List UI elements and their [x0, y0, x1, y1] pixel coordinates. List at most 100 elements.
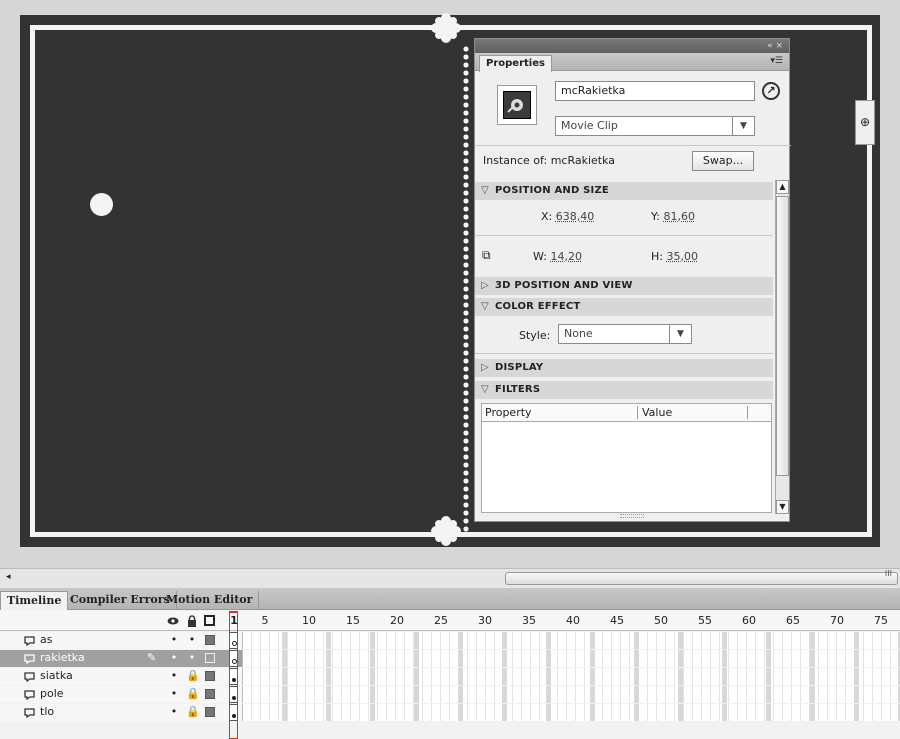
w-label: W: — [533, 250, 547, 263]
keyframe[interactable] — [229, 704, 238, 721]
outline-toggle[interactable] — [205, 707, 215, 717]
scroll-left-arrow-icon[interactable]: ◂ — [6, 572, 11, 582]
timeline-header: 1 5 10 15 20 25 30 35 40 45 50 55 60 65 70 75 — [0, 611, 900, 631]
lock-icon[interactable] — [186, 615, 198, 627]
divider — [475, 353, 773, 354]
lock-toggle[interactable]: 🔒 — [186, 670, 200, 682]
layer-row[interactable]: pole • 🔒 — [0, 686, 900, 703]
net-post-bottom-icon — [431, 516, 461, 546]
layer-name: as — [40, 633, 53, 646]
outline-toggle[interactable] — [205, 689, 215, 699]
scroll-down-arrow-icon[interactable]: ▼ — [776, 500, 789, 514]
y-value[interactable]: 81,60 — [663, 210, 695, 223]
frame-number: 15 — [346, 614, 360, 627]
frame-number: 25 — [434, 614, 448, 627]
section-filters[interactable]: ▽ FILTERS — [475, 381, 773, 399]
lock-toggle[interactable]: 🔒 — [186, 688, 200, 700]
expanded-triangle-icon: ▽ — [481, 384, 489, 395]
keyframe[interactable] — [229, 650, 238, 667]
layer-frames[interactable] — [243, 632, 900, 649]
filters-table-header: Property Value — [482, 404, 771, 422]
frame-number: 45 — [610, 614, 624, 627]
keyframe[interactable] — [229, 668, 238, 685]
pencil-icon: ✎ — [147, 651, 157, 664]
tab-motion-editor[interactable]: Motion Editor — [160, 591, 260, 610]
layer-row[interactable]: as • • — [0, 632, 900, 649]
style-select[interactable]: None ▼ — [558, 324, 692, 344]
expand-panel-icon[interactable]: ⊕ — [855, 100, 875, 145]
outline-toggle[interactable] — [205, 653, 215, 663]
column-header-property[interactable]: Property — [485, 404, 532, 421]
frame-number: 40 — [566, 614, 580, 627]
h-field[interactable]: H: 35,00 — [651, 250, 698, 263]
instance-name-input[interactable]: mcRakietka — [555, 81, 755, 101]
layer-frames[interactable] — [243, 704, 900, 721]
panel-scrollbar[interactable]: ▲ ▼ — [775, 180, 789, 514]
layer-row[interactable]: siatka • 🔒 — [0, 668, 900, 685]
swap-button[interactable]: Swap... — [692, 151, 754, 171]
h-value[interactable]: 35,00 — [666, 250, 698, 263]
divider — [475, 145, 791, 146]
section-3d-position[interactable]: ▷ 3D POSITION AND VIEW — [475, 277, 773, 295]
w-value[interactable]: 14,20 — [550, 250, 582, 263]
layer-name-cell[interactable]: pole • 🔒 — [0, 686, 243, 703]
scroll-up-arrow-icon[interactable]: ▲ — [776, 180, 789, 194]
visibility-toggle[interactable]: • — [168, 652, 180, 664]
outline-icon[interactable] — [204, 615, 215, 626]
lock-toggle[interactable]: 🔒 — [186, 706, 200, 718]
visibility-toggle[interactable]: • — [168, 706, 180, 718]
symbol-type-select[interactable]: Movie Clip ▼ — [555, 116, 755, 136]
layer-row[interactable]: tlo • 🔒 — [0, 704, 900, 721]
layer-name-cell[interactable]: tlo • 🔒 — [0, 704, 243, 721]
visibility-toggle[interactable]: • — [168, 688, 180, 700]
outline-toggle[interactable] — [205, 671, 215, 681]
keyframe[interactable] — [229, 632, 238, 649]
tab-properties[interactable]: Properties — [479, 55, 552, 72]
lock-toggle[interactable]: • — [186, 634, 198, 646]
expanded-triangle-icon: ▽ — [481, 301, 489, 312]
section-title: DISPLAY — [495, 362, 544, 373]
h-label: H: — [651, 250, 663, 263]
layer-icon — [24, 652, 36, 665]
stage-horizontal-scrollbar[interactable]: ◂ III — [0, 568, 900, 588]
x-field[interactable]: X: 638,40 — [541, 210, 594, 223]
y-field[interactable]: Y: 81,60 — [651, 210, 695, 223]
w-field[interactable]: W: 14,20 — [533, 250, 582, 263]
scrollbar-thumb[interactable] — [505, 572, 898, 585]
layer-name-cell[interactable]: rakietka ✎ • • — [0, 650, 243, 667]
lock-aspect-icon[interactable]: ⧉ — [482, 248, 491, 263]
panel-titlebar[interactable]: « × — [475, 39, 789, 53]
section-title: 3D POSITION AND VIEW — [495, 280, 633, 291]
scrollbar-thumb[interactable] — [776, 196, 789, 476]
frame-number: 60 — [742, 614, 756, 627]
frame-number: 75 — [874, 614, 888, 627]
visibility-toggle[interactable]: • — [168, 634, 180, 646]
edit-symbol-icon[interactable]: ↗ — [762, 82, 780, 100]
tab-timeline[interactable]: Timeline — [0, 591, 69, 610]
eye-icon[interactable] — [167, 615, 179, 627]
column-header-value[interactable]: Value — [642, 404, 672, 421]
layer-name: siatka — [40, 669, 73, 682]
layer-frames[interactable] — [243, 668, 900, 685]
frame-ruler[interactable]: 1 5 10 15 20 25 30 35 40 45 50 55 60 65 70 75 — [230, 611, 900, 631]
properties-panel: « × Properties ▾☰ mcRakietka ↗ Movie Cli… — [474, 38, 791, 522]
layer-frames[interactable] — [243, 686, 900, 703]
layer-icon — [24, 670, 36, 683]
section-color-effect[interactable]: ▽ COLOR EFFECT — [475, 298, 773, 316]
keyframe[interactable] — [229, 686, 238, 703]
ball[interactable] — [90, 193, 113, 216]
lock-toggle[interactable]: • — [186, 652, 198, 664]
layer-frames[interactable] — [243, 650, 900, 667]
filters-table[interactable]: Property Value — [481, 403, 772, 513]
panel-menu-icon[interactable]: ▾☰ — [770, 56, 783, 66]
visibility-toggle[interactable]: • — [168, 670, 180, 682]
chevron-down-icon: ▼ — [732, 117, 754, 135]
section-display[interactable]: ▷ DISPLAY — [475, 359, 773, 377]
layer-name-cell[interactable]: as • • — [0, 632, 243, 649]
outline-toggle[interactable] — [205, 635, 215, 645]
panel-resize-grip[interactable] — [620, 514, 644, 518]
layer-name-cell[interactable]: siatka • 🔒 — [0, 668, 243, 685]
layer-row[interactable]: rakietka ✎ • • — [0, 650, 900, 667]
section-position-size[interactable]: ▽ POSITION AND SIZE — [475, 182, 773, 200]
x-value[interactable]: 638,40 — [556, 210, 595, 223]
